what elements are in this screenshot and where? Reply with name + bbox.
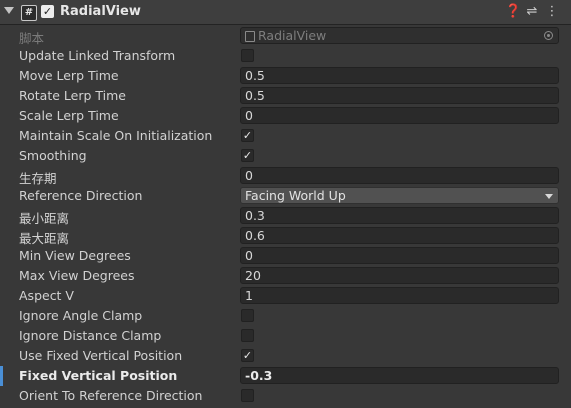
fixed-vertical-position-field[interactable]: -0.3 xyxy=(240,367,559,384)
ignore-angle-clamp-checkbox[interactable] xyxy=(241,309,254,322)
update-linked-transform-label: Update Linked Transform xyxy=(19,48,176,63)
row-lifetime: 生存期 0 xyxy=(0,166,571,186)
row-script: 脚本 RadialView xyxy=(0,26,571,46)
use-fixed-vertical-position-checkbox[interactable]: ✓ xyxy=(241,349,254,362)
min-view-degrees-label: Min View Degrees xyxy=(19,248,131,263)
row-aspect-v: Aspect V 1 xyxy=(0,286,571,306)
ignore-distance-clamp-checkbox[interactable] xyxy=(241,329,254,342)
component-header: # ✓ RadialView ❓ ⇌ ⋮ xyxy=(0,0,571,25)
max-distance-label: 最大距离 xyxy=(19,231,70,246)
row-max-distance: 最大距离 0.6 xyxy=(0,226,571,246)
component-title: RadialView xyxy=(60,4,141,19)
ignore-angle-clamp-label: Ignore Angle Clamp xyxy=(19,308,143,323)
move-lerp-time-label: Move Lerp Time xyxy=(19,68,119,83)
row-update-linked-transform: Update Linked Transform xyxy=(0,46,571,66)
row-fixed-vertical-position: Fixed Vertical Position -0.3 xyxy=(0,366,571,386)
row-rotate-lerp-time: Rotate Lerp Time 0.5 xyxy=(0,86,571,106)
orient-to-reference-direction-checkbox[interactable] xyxy=(241,389,254,402)
lifetime-field[interactable]: 0 xyxy=(240,167,559,184)
row-move-lerp-time: Move Lerp Time 0.5 xyxy=(0,66,571,86)
presets-icon[interactable]: ⇌ xyxy=(525,4,539,20)
lifetime-label: 生存期 xyxy=(19,171,57,186)
smoothing-checkbox[interactable]: ✓ xyxy=(241,149,254,162)
row-ignore-angle-clamp: Ignore Angle Clamp xyxy=(0,306,571,326)
row-ignore-distance-clamp: Ignore Distance Clamp xyxy=(0,326,571,346)
row-reference-direction: Reference Direction Facing World Up xyxy=(0,186,571,206)
script-file-icon xyxy=(245,31,255,42)
rotate-lerp-time-field[interactable]: 0.5 xyxy=(240,87,559,104)
foldout-arrow-icon[interactable] xyxy=(4,7,14,14)
scale-lerp-time-label: Scale Lerp Time xyxy=(19,108,119,123)
update-linked-transform-checkbox[interactable] xyxy=(241,49,254,62)
min-view-degrees-field[interactable]: 0 xyxy=(240,247,559,264)
orient-to-reference-direction-label: Orient To Reference Direction xyxy=(19,388,203,403)
smoothing-label: Smoothing xyxy=(19,148,87,163)
script-value: RadialView xyxy=(258,28,327,43)
aspect-v-field[interactable]: 1 xyxy=(240,287,559,304)
script-hash-icon: # xyxy=(21,5,37,21)
row-min-view-degrees: Min View Degrees 0 xyxy=(0,246,571,266)
move-lerp-time-field[interactable]: 0.5 xyxy=(240,67,559,84)
script-label: 脚本 xyxy=(19,31,45,46)
script-object-field: RadialView xyxy=(240,27,559,44)
rotate-lerp-time-label: Rotate Lerp Time xyxy=(19,88,126,103)
maintain-scale-checkbox[interactable]: ✓ xyxy=(241,129,254,142)
reference-direction-label: Reference Direction xyxy=(19,188,143,203)
reference-direction-value: Facing World Up xyxy=(245,188,346,203)
ignore-distance-clamp-label: Ignore Distance Clamp xyxy=(19,328,162,343)
more-menu-icon[interactable]: ⋮ xyxy=(545,4,559,20)
fixed-vertical-position-label: Fixed Vertical Position xyxy=(19,368,178,383)
row-min-distance: 最小距离 0.3 xyxy=(0,206,571,226)
row-max-view-degrees: Max View Degrees 20 xyxy=(0,266,571,286)
row-maintain-scale: Maintain Scale On Initialization ✓ xyxy=(0,126,571,146)
max-distance-field[interactable]: 0.6 xyxy=(240,227,559,244)
use-fixed-vertical-position-label: Use Fixed Vertical Position xyxy=(19,348,183,363)
row-smoothing: Smoothing ✓ xyxy=(0,146,571,166)
scale-lerp-time-field[interactable]: 0 xyxy=(240,107,559,124)
maintain-scale-label: Maintain Scale On Initialization xyxy=(19,128,213,143)
max-view-degrees-label: Max View Degrees xyxy=(19,268,135,283)
component-enabled-checkbox[interactable]: ✓ xyxy=(41,5,54,18)
min-distance-label: 最小距离 xyxy=(19,211,70,226)
max-view-degrees-field[interactable]: 20 xyxy=(240,267,559,284)
row-orient-to-reference-direction: Orient To Reference Direction xyxy=(0,386,571,406)
help-icon[interactable]: ❓ xyxy=(505,4,521,20)
row-use-fixed-vertical-position: Use Fixed Vertical Position ✓ xyxy=(0,346,571,366)
aspect-v-label: Aspect V xyxy=(19,288,74,303)
row-scale-lerp-time: Scale Lerp Time 0 xyxy=(0,106,571,126)
min-distance-field[interactable]: 0.3 xyxy=(240,207,559,224)
object-picker-icon xyxy=(544,31,553,40)
dropdown-arrow-icon xyxy=(545,194,553,199)
reference-direction-dropdown[interactable]: Facing World Up xyxy=(240,187,559,204)
